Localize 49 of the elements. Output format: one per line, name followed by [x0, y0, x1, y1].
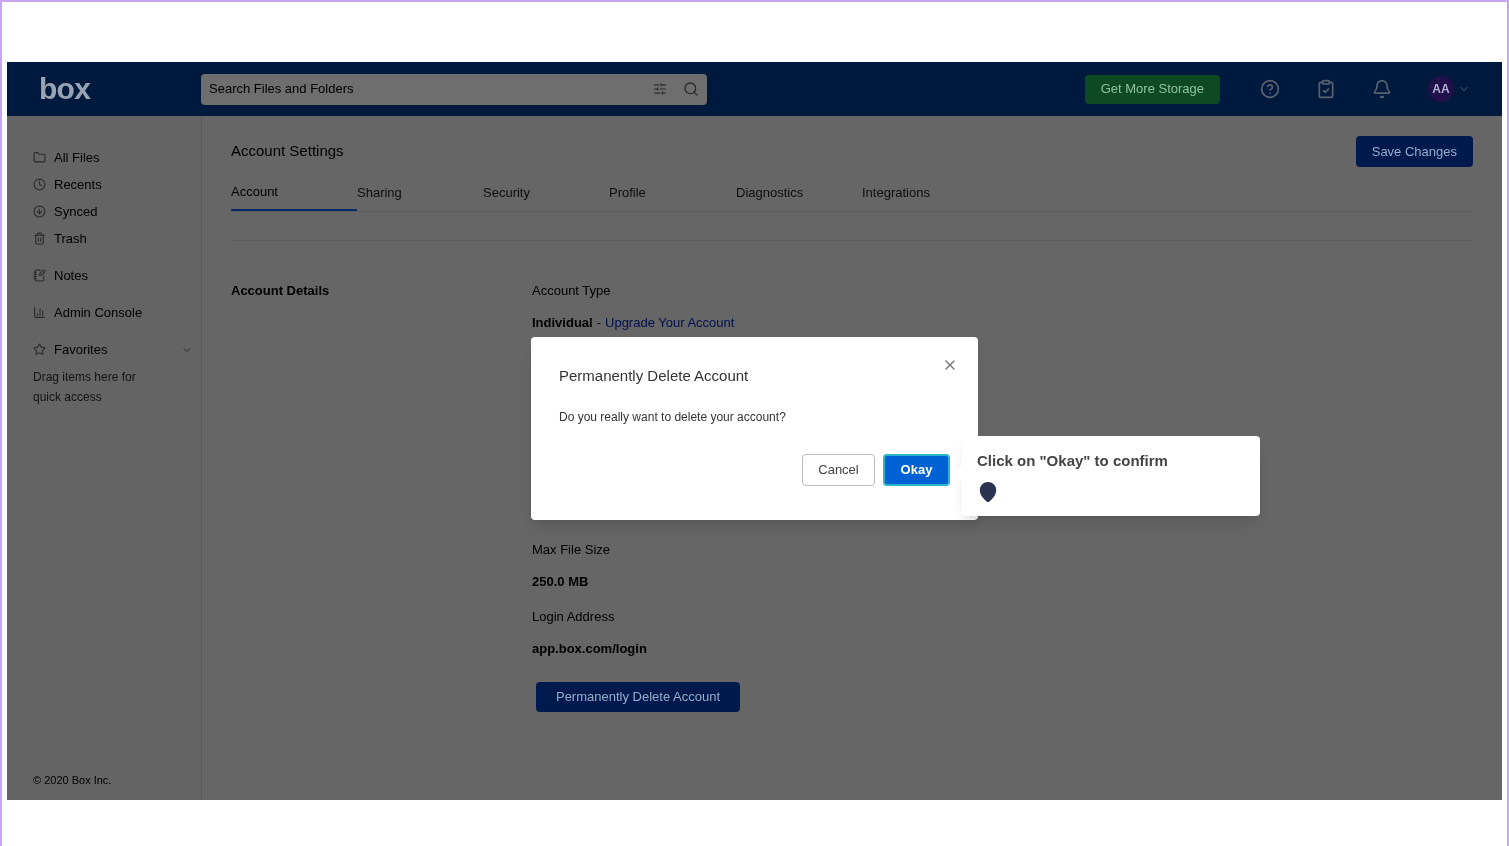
map-pin-icon	[977, 480, 999, 503]
favorites-hint: Drag items here for quick access	[33, 369, 137, 406]
search-icon[interactable]	[683, 81, 699, 97]
filter-icon[interactable]	[653, 82, 667, 96]
help-icon[interactable]	[1260, 79, 1280, 99]
folder-icon	[33, 151, 46, 164]
settings-tab[interactable]: Integrations	[862, 175, 930, 211]
logo[interactable]: box	[39, 71, 201, 107]
settings-tab[interactable]: Sharing	[357, 175, 483, 211]
field-value: 250.0 MB	[532, 572, 590, 591]
sidebar-item[interactable]: Favorites	[33, 336, 193, 363]
user-avatar[interactable]: AA	[1428, 76, 1454, 102]
delete-account-button[interactable]: Permanently Delete Account	[536, 682, 740, 712]
sidebar-item[interactable]: Trash	[33, 225, 193, 252]
upgrade-link[interactable]: Upgrade Your Account	[605, 312, 735, 332]
page-title: Account Settings	[231, 141, 344, 162]
get-more-storage-button[interactable]: Get More Storage	[1084, 74, 1220, 104]
settings-tab[interactable]: Account	[231, 175, 357, 211]
okay-button[interactable]: Okay	[883, 453, 950, 486]
separator: -	[596, 313, 601, 332]
sidebar-item[interactable]: Recents	[33, 171, 193, 198]
save-changes-button[interactable]: Save Changes	[1355, 136, 1473, 167]
field-value: app.box.com/login	[532, 639, 648, 658]
clock-icon	[33, 178, 46, 191]
sidebar-item[interactable]: Synced	[33, 198, 193, 225]
section-heading: Account Details	[231, 282, 331, 300]
dialog-title: Permanently Delete Account	[559, 366, 749, 386]
sidebar-item[interactable]: Admin Console	[33, 299, 193, 326]
trash-icon	[33, 232, 46, 245]
tooltip-text: Click on "Okay" to confirm	[977, 451, 1169, 471]
field-value: Individual	[532, 313, 593, 332]
copyright: © 2020 Box Inc.	[33, 772, 113, 788]
field-label: Account Type	[532, 282, 612, 300]
settings-tab[interactable]: Security	[483, 175, 609, 211]
search-field[interactable]: Search Files and Folders	[209, 79, 653, 99]
settings-tab[interactable]: Diagnostics	[736, 175, 862, 211]
field-label: Max File Size	[532, 541, 612, 559]
search-bar[interactable]: Search Files and Folders	[201, 73, 707, 105]
clipboard-check-icon[interactable]	[1316, 79, 1336, 99]
settings-tab[interactable]: Profile	[609, 175, 736, 211]
dialog-message: Do you really want to delete your account?	[559, 408, 787, 426]
chart-icon	[33, 306, 46, 319]
cancel-button[interactable]: Cancel	[802, 453, 875, 486]
field-label: Login Address	[532, 608, 616, 626]
notifications-icon[interactable]	[1372, 79, 1392, 99]
sidebar-item[interactable]: All Files	[33, 144, 193, 171]
notes-icon	[33, 269, 46, 282]
sidebar-item[interactable]: Notes	[33, 262, 193, 289]
star-icon	[33, 343, 46, 356]
